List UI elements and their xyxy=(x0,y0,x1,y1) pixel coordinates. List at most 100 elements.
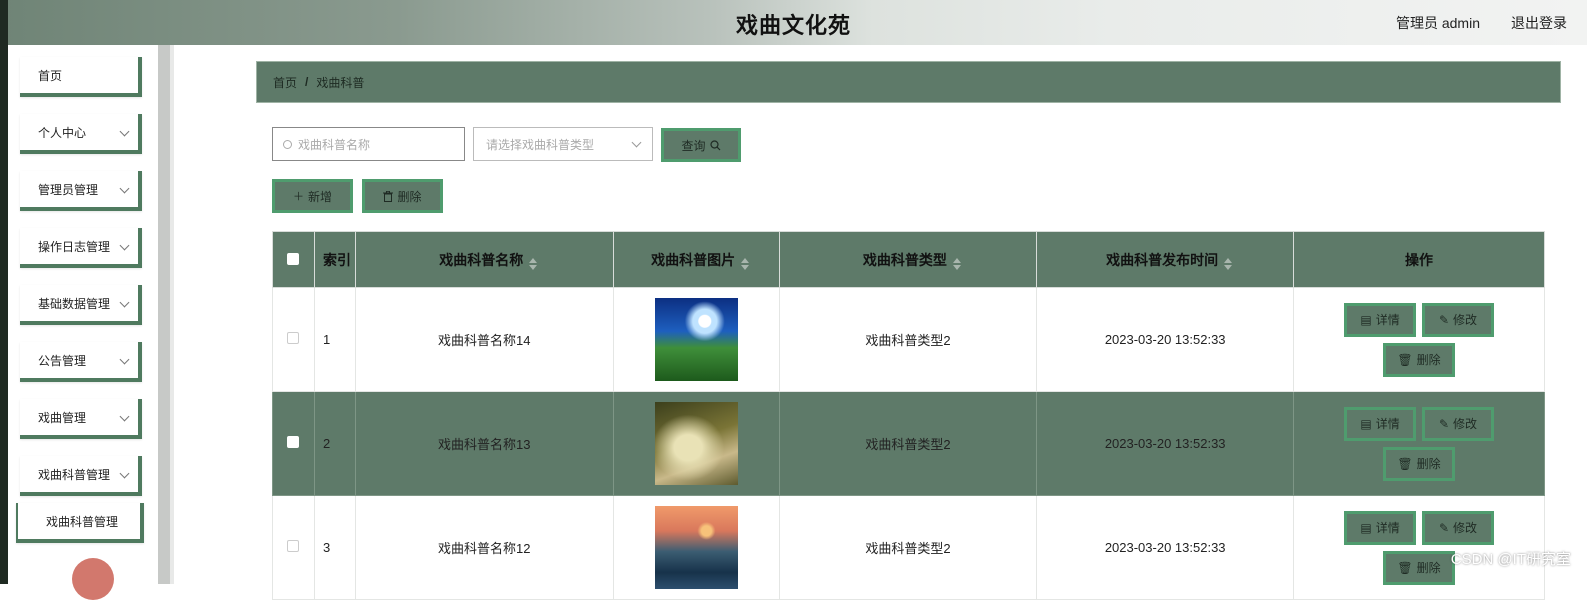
detail-button[interactable]: ▤ 详情 xyxy=(1344,510,1417,545)
detail-button-label: 详情 xyxy=(1375,417,1400,431)
sidebar: 首页 个人中心 管理员管理 操作日志管理 基础数据管理 公告管理 戏曲管理 戏曲… xyxy=(8,45,158,600)
sidebar-item-home[interactable]: 首页 xyxy=(20,57,142,97)
edit-button[interactable]: ✎ 修改 xyxy=(1422,406,1495,441)
edit-button[interactable]: ✎ 修改 xyxy=(1422,510,1495,545)
trash-icon: 🗑 xyxy=(1397,560,1413,575)
detail-button-label: 详情 xyxy=(1375,313,1400,327)
delete-button-label: 删除 xyxy=(1416,457,1441,471)
row-type: 戏曲科普类型2 xyxy=(778,287,1038,392)
delete-button[interactable]: 🗑 删除 xyxy=(1383,446,1456,481)
plus-icon: ＋ xyxy=(292,191,304,203)
document-icon: ▤ xyxy=(1360,520,1372,535)
detail-button[interactable]: ▤ 详情 xyxy=(1344,406,1417,441)
row-checkbox[interactable] xyxy=(287,436,300,448)
chevron-down-icon xyxy=(119,126,130,137)
header-time-label: 戏曲科普发布时间 xyxy=(1106,251,1219,268)
sidebar-item-label: 操作日志管理 xyxy=(38,239,111,254)
sidebar-item-label: 戏曲科普管理 xyxy=(46,514,119,529)
header-image[interactable]: 戏曲科普图片 xyxy=(612,231,780,288)
query-button-label: 查询 xyxy=(681,138,706,153)
delete-button-label: 删除 xyxy=(1416,561,1441,575)
header-index: 索引 xyxy=(313,231,356,288)
search-icon xyxy=(709,139,720,150)
edit-button[interactable]: ✎ 修改 xyxy=(1422,302,1495,337)
row-select-cell xyxy=(272,287,315,392)
header-type-label: 戏曲科普类型 xyxy=(862,251,947,268)
add-button[interactable]: ＋ 新增 xyxy=(272,179,353,213)
sidebar-item-label: 公告管理 xyxy=(38,353,87,368)
avatar[interactable] xyxy=(72,558,114,600)
header-ops: 操作 xyxy=(1293,231,1545,288)
sidebar-item-opera-science[interactable]: 戏曲科普管理 xyxy=(20,456,142,496)
type-select[interactable]: 请选择戏曲科普类型 xyxy=(473,127,653,161)
row-checkbox[interactable] xyxy=(287,332,300,344)
chevron-down-icon xyxy=(119,240,130,251)
edit-button-label: 修改 xyxy=(1453,521,1478,535)
pencil-icon: ✎ xyxy=(1438,312,1450,327)
chevron-down-icon xyxy=(119,183,130,194)
sidebar-scrollbar[interactable] xyxy=(158,45,170,584)
row-index: 1 xyxy=(313,287,356,392)
header-name-label: 戏曲科普名称 xyxy=(439,251,524,268)
delete-button-label: 删除 xyxy=(397,189,422,204)
name-search-input[interactable]: 戏曲科普名称 xyxy=(272,127,465,161)
detail-button[interactable]: ▤ 详情 xyxy=(1344,302,1417,337)
type-select-placeholder: 请选择戏曲科普类型 xyxy=(486,137,595,152)
row-type: 戏曲科普类型2 xyxy=(778,391,1038,496)
trash-icon: 🗑 xyxy=(1397,352,1413,367)
delete-button[interactable]: 🗑 删除 xyxy=(1383,342,1456,377)
row-thumbnail[interactable] xyxy=(654,402,738,485)
select-all-cell xyxy=(272,231,315,288)
data-table: 索引 戏曲科普名称 戏曲科普图片 戏曲科普类型 戏曲科普发布时间 操作 1 戏曲… xyxy=(272,231,1545,600)
detail-button-label: 详情 xyxy=(1375,521,1400,535)
row-index: 2 xyxy=(313,391,356,496)
table-row: 1 戏曲科普名称14 戏曲科普类型2 2023-03-20 13:52:33 ▤… xyxy=(272,287,1545,392)
select-all-checkbox[interactable] xyxy=(287,252,300,265)
sidebar-item-label: 基础数据管理 xyxy=(38,296,111,311)
sidebar-item-base-data[interactable]: 基础数据管理 xyxy=(20,285,142,325)
row-thumbnail[interactable] xyxy=(654,298,738,381)
trash-icon: 🗑 xyxy=(1397,456,1413,471)
sidebar-item-admin-management[interactable]: 管理员管理 xyxy=(20,171,142,211)
delete-button[interactable]: 🗑 删除 xyxy=(1383,550,1456,585)
pencil-icon: ✎ xyxy=(1438,416,1450,431)
sidebar-divider xyxy=(170,45,174,584)
row-checkbox[interactable] xyxy=(287,540,300,552)
table-header-row: 索引 戏曲科普名称 戏曲科普图片 戏曲科普类型 戏曲科普发布时间 操作 xyxy=(272,231,1545,288)
row-actions: ▤ 详情 ✎ 修改 🗑 删除 xyxy=(1293,287,1545,392)
breadcrumb-current: 戏曲科普 xyxy=(316,75,365,90)
sidebar-item-label: 戏曲科普管理 xyxy=(38,467,111,482)
add-button-label: 新增 xyxy=(307,189,332,204)
delete-button-label: 删除 xyxy=(1416,353,1441,367)
app-title: 戏曲文化苑 xyxy=(735,13,851,38)
top-header: 戏曲文化苑 管理员 admin 退出登录 xyxy=(0,0,1587,45)
name-search-placeholder: 戏曲科普名称 xyxy=(298,137,371,152)
left-edge-strip xyxy=(0,0,8,584)
logout-link[interactable]: 退出登录 xyxy=(1511,13,1567,33)
sidebar-item-operation-log[interactable]: 操作日志管理 xyxy=(20,228,142,268)
batch-delete-button[interactable]: 删除 xyxy=(362,179,443,213)
sidebar-item-label: 管理员管理 xyxy=(38,182,99,197)
row-time: 2023-03-20 13:52:33 xyxy=(1036,391,1295,496)
chevron-down-icon xyxy=(119,297,130,308)
row-time: 2023-03-20 13:52:33 xyxy=(1036,287,1295,392)
row-image-cell xyxy=(612,391,780,496)
watermark: CSDN @IT研究室 xyxy=(1450,551,1571,568)
row-name: 戏曲科普名称14 xyxy=(354,287,614,392)
breadcrumb-home[interactable]: 首页 xyxy=(273,74,297,91)
sidebar-subitem-opera-science-management[interactable]: 戏曲科普管理 xyxy=(16,503,144,543)
edit-button-label: 修改 xyxy=(1453,313,1478,327)
breadcrumb-separator: / xyxy=(305,75,309,89)
document-icon: ▤ xyxy=(1360,416,1372,431)
sidebar-item-opera-management[interactable]: 戏曲管理 xyxy=(20,399,142,439)
query-button[interactable]: 查询 xyxy=(661,128,741,162)
row-thumbnail[interactable] xyxy=(654,506,738,589)
header-type[interactable]: 戏曲科普类型 xyxy=(778,231,1038,288)
document-icon: ▤ xyxy=(1360,312,1372,327)
header-time[interactable]: 戏曲科普发布时间 xyxy=(1036,231,1295,288)
header-name[interactable]: 戏曲科普名称 xyxy=(354,231,614,288)
sidebar-item-personal-center[interactable]: 个人中心 xyxy=(20,114,142,154)
sidebar-item-announcements[interactable]: 公告管理 xyxy=(20,342,142,382)
table-row: 2 戏曲科普名称13 戏曲科普类型2 2023-03-20 13:52:33 ▤… xyxy=(272,391,1545,496)
pencil-icon: ✎ xyxy=(1438,520,1450,535)
